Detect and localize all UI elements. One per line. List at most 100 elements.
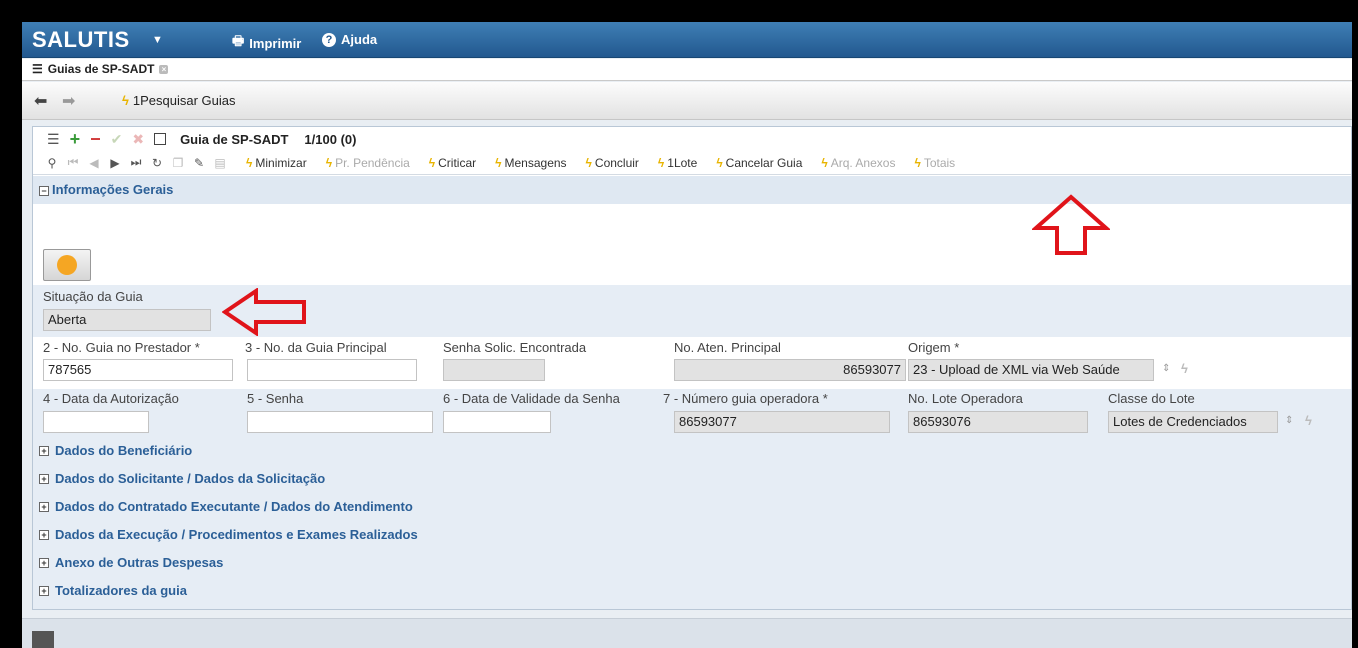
senha-label: 5 - Senha [247,391,304,406]
expand-icon[interactable]: + [39,501,49,512]
record-counter: 1/100 (0) [304,131,357,147]
form-panel: ☰ + − ✔ ✖ Guia de SP-SADT 1/100 (0) ⚲ ⏮ … [32,126,1352,610]
expand-icon[interactable]: + [39,445,49,456]
data-autorizacao-label: 4 - Data da Autorização [43,391,179,406]
no-guia-prestador-input[interactable]: 787565 [43,359,233,381]
select-arrows-icon[interactable]: ⇕ [1162,363,1170,374]
sections-band [33,439,1351,609]
status-dot-icon [57,255,77,275]
form-title: Guia de SP-SADT [180,131,289,147]
list-icon[interactable]: ☰ [47,131,60,148]
app-window: SALUTIS ▼ 🖶 Imprimir ? Ajuda ☰ Guias de … [22,22,1352,648]
section-dados-solicitante[interactable]: + Dados do Solicitante / Dados da Solicit… [39,471,325,486]
copy-icon[interactable]: ❐ [171,156,185,170]
bolt-icon: ϟ [821,155,828,170]
action-toolbar: ⚲ ⏮ ◀ ▶ ⏭ ↻ ❐ ✎ ▤ ϟ Minimizar ϟ Pr. Pendên… [33,151,1351,175]
section-informacoes-gerais[interactable]: − Informações Gerais [33,176,1351,204]
section-dados-beneficiario[interactable]: + Dados do Beneficiário [39,443,192,458]
expand-icon[interactable]: + [39,557,49,568]
help-label: Ajuda [341,32,378,47]
left-arrow-annotation-icon [222,288,306,336]
search-icon[interactable]: ⚲ [45,156,59,170]
action-label: Criticar [438,155,477,170]
next-record-icon[interactable]: ▶ [108,156,122,170]
expand-icon[interactable]: + [39,585,49,596]
tab-bar: ☰ Guias de SP-SADT × [22,59,1352,81]
collapse-icon[interactable]: − [39,185,49,196]
data-validade-senha-label: 6 - Data de Validade da Senha [443,391,620,406]
caret-down-icon[interactable]: ▼ [152,34,163,46]
refresh-icon[interactable]: ↻ [150,156,164,170]
status-indicator-button[interactable] [43,249,91,281]
last-record-icon[interactable]: ⏭ [129,155,143,170]
data-autorizacao-input[interactable] [43,411,149,433]
action-label: Minimizar [255,155,307,170]
action-mensagens[interactable]: ϟ Mensagens [495,156,566,170]
action-minimizar[interactable]: ϟ Minimizar [246,156,307,170]
expand-icon[interactable]: + [39,473,49,484]
section-title: Informações Gerais [52,182,174,197]
bolt-icon: ϟ [122,93,129,108]
action-cancelar-guia[interactable]: ϟ Cancelar Guia [716,156,802,170]
action-label: 1Lote [667,155,698,170]
record-toolbar: ☰ + − ✔ ✖ Guia de SP-SADT 1/100 (0) [33,127,1351,151]
panel-icon [32,631,54,648]
action-label: Arq. Anexos [830,155,896,170]
section-anexo-outras-despesas[interactable]: + Anexo de Outras Despesas [39,555,223,570]
search-guides-link[interactable]: ϟ 1Pesquisar Guias [122,93,236,108]
bolt-icon[interactable]: ϟ [1181,361,1188,376]
origem-select[interactable]: 23 - Upload de XML via Web Saúde [908,359,1154,381]
print-button[interactable]: 🖶 Imprimir [232,32,301,54]
expand-icon[interactable]: + [39,529,49,540]
action-concluir[interactable]: ϟ Concluir [586,156,639,170]
first-record-icon[interactable]: ⏮ [66,155,80,170]
tab-guias-sp-sadt[interactable]: ☰ Guias de SP-SADT × [32,62,169,76]
bolt-icon: ϟ [495,155,502,170]
situacao-field: Aberta [43,309,211,331]
no-guia-principal-input[interactable] [247,359,417,381]
add-icon[interactable]: + [70,129,81,150]
no-guia-principal-label: 3 - No. da Guia Principal [245,340,387,355]
action-label: Mensagens [504,155,567,170]
confirm-icon[interactable]: ✔ [111,131,123,148]
list-icon: ☰ [32,62,43,76]
bolt-icon: ϟ [325,155,333,170]
document-icon[interactable]: ▤ [213,156,227,170]
bottom-panel-strip [22,618,1352,648]
classe-lote-select[interactable]: Lotes de Credenciados [1108,411,1278,433]
print-label: Imprimir [249,35,302,51]
section-title: Totalizadores da guia [55,583,187,598]
action-pr-pendencia[interactable]: ϟ Pr. Pendência [326,156,410,170]
cancel-icon[interactable]: ✖ [132,131,144,148]
action-1lote[interactable]: ϟ 1Lote [658,156,697,170]
app-title[interactable]: SALUTIS [32,27,130,53]
tools-icon[interactable]: ✎ [192,156,206,170]
previous-record-icon[interactable]: ◀ [87,156,101,170]
section-totalizadores[interactable]: + Totalizadores da guia [39,583,187,598]
remove-icon[interactable]: − [90,129,101,150]
section-dados-contratado[interactable]: + Dados do Contratado Executante / Dados … [39,499,413,514]
section-title: Anexo de Outras Despesas [55,555,224,570]
back-arrow-icon[interactable]: ⬅ [34,91,47,111]
search-guides-label: 1Pesquisar Guias [132,93,236,108]
bolt-icon: ϟ [716,155,723,170]
classe-lote-label: Classe do Lote [1108,391,1195,406]
senha-input[interactable] [247,411,433,433]
section-title: Dados do Solicitante / Dados da Solicita… [55,471,326,486]
numero-guia-operadora-label: 7 - Número guia operadora * [663,391,828,406]
no-aten-principal-field: 86593077 [674,359,906,381]
action-criticar[interactable]: ϟ Criticar [429,156,476,170]
action-totais[interactable]: ϟ Totais [914,156,955,170]
numero-guia-operadora-field: 86593077 [674,411,890,433]
expand-icon[interactable] [154,133,167,145]
action-arq-anexos[interactable]: ϟ Arq. Anexos [821,156,895,170]
section-title: Dados da Execução / Procedimentos e Exam… [55,527,418,542]
section-dados-execucao[interactable]: + Dados da Execução / Procedimentos e Exa… [39,527,418,542]
help-button[interactable]: ? Ajuda [322,32,377,47]
nav-bar: ⬅ ➡ ϟ 1Pesquisar Guias [22,82,1352,120]
select-arrows-icon[interactable]: ⇕ [1285,415,1293,426]
bolt-icon[interactable]: ϟ [1305,413,1312,428]
forward-arrow-icon[interactable]: ➡ [62,91,75,111]
close-icon[interactable]: × [159,64,169,74]
data-validade-senha-input[interactable] [443,411,551,433]
